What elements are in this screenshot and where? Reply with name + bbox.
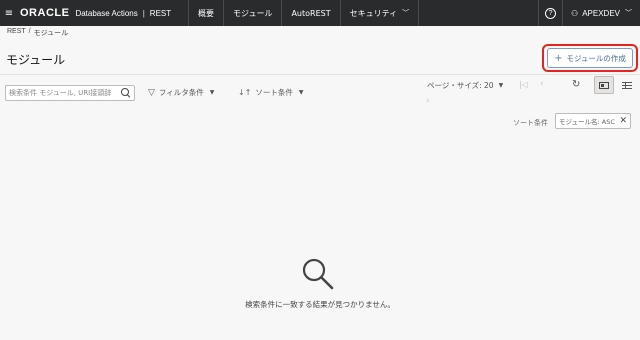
oracle-logo: ORACLE bbox=[20, 7, 70, 19]
page-size-select[interactable]: ページ・サイズ: 20 ▼ bbox=[427, 80, 503, 91]
close-icon[interactable]: ✕ bbox=[619, 116, 627, 126]
nav-autorest[interactable]: AutoREST bbox=[281, 0, 339, 26]
user-icon: ⚇ bbox=[571, 8, 579, 18]
breadcrumb-separator: / bbox=[28, 28, 31, 35]
filter-icon: ▽ bbox=[148, 87, 155, 98]
empty-state-message: 検索条件に一致する結果が見つかりません。 bbox=[245, 300, 395, 309]
sort-criteria-label: ソート条件 bbox=[513, 119, 548, 127]
help-icon: ? bbox=[545, 7, 557, 19]
user-menu[interactable]: ⚇ APEXDEV ﹀ bbox=[562, 0, 640, 26]
chevron-down-icon: ▼ bbox=[298, 89, 304, 96]
search-placeholder: 検索条件 モジュール, URI接頭辞 bbox=[9, 89, 112, 97]
section-name: REST bbox=[149, 8, 172, 18]
divider bbox=[0, 74, 640, 75]
sort-dropdown[interactable]: ↓↑ ソート条件 ▼ bbox=[238, 87, 304, 98]
breadcrumb-modules: モジュール bbox=[33, 30, 69, 37]
hamburger-icon[interactable]: ≡ bbox=[0, 0, 18, 26]
search-icon[interactable] bbox=[121, 88, 131, 98]
plus-icon: + bbox=[554, 52, 563, 64]
chevron-down-icon: ﹀ bbox=[625, 10, 632, 17]
nav-autorest-label: AutoREST bbox=[291, 8, 331, 18]
sort-chip-label: モジュール名: ASC bbox=[559, 118, 615, 126]
filter-dropdown[interactable]: ▽ フィルタ条件 ▼ bbox=[148, 87, 214, 98]
title-separator: | bbox=[142, 8, 145, 18]
breadcrumb: REST / モジュール bbox=[7, 28, 68, 38]
card-view-icon bbox=[599, 81, 609, 89]
nav-security[interactable]: セキュリティ ﹀ bbox=[339, 0, 420, 26]
page-title: モジュール bbox=[6, 53, 66, 67]
nav-overview[interactable]: 概要 bbox=[188, 0, 223, 26]
search-input[interactable]: 検索条件 モジュール, URI接頭辞 bbox=[5, 85, 135, 101]
nav-overview-label: 概要 bbox=[198, 8, 214, 18]
sort-chip: モジュール名: ASC ✕ bbox=[555, 113, 631, 129]
next-page-icon[interactable]: › bbox=[426, 96, 430, 106]
top-navigation-bar: ≡ ORACLE Database Actions | REST 概要 モジュー… bbox=[0, 0, 640, 26]
sort-icon: ↓↑ bbox=[238, 88, 252, 97]
nav-modules-label: モジュール bbox=[233, 8, 273, 18]
search-icon bbox=[302, 258, 334, 290]
create-module-label: モジュールの作成 bbox=[566, 53, 626, 63]
sort-label: ソート条件 bbox=[255, 88, 293, 97]
main-nav: 概要 モジュール AutoREST セキュリティ ﹀ bbox=[188, 0, 420, 26]
refresh-icon[interactable]: ↻ bbox=[572, 79, 580, 90]
previous-page-icon[interactable]: ‹ bbox=[540, 79, 544, 89]
user-name: APEXDEV bbox=[582, 8, 620, 18]
first-page-icon[interactable]: |◁ bbox=[519, 80, 528, 89]
product-name: Database Actions bbox=[75, 8, 138, 18]
chevron-down-icon: ▼ bbox=[498, 82, 504, 89]
create-module-button[interactable]: + モジュールの作成 bbox=[547, 48, 633, 68]
table-view-button[interactable] bbox=[617, 76, 637, 94]
card-view-button[interactable] bbox=[594, 76, 614, 94]
nav-modules[interactable]: モジュール bbox=[223, 0, 281, 26]
chevron-down-icon: ﹀ bbox=[402, 9, 410, 17]
page-size-label: ページ・サイズ: 20 bbox=[427, 81, 494, 90]
help-button[interactable]: ? bbox=[538, 0, 562, 26]
filter-label: フィルタ条件 bbox=[158, 88, 204, 97]
table-view-icon bbox=[622, 81, 632, 89]
chevron-down-icon: ▼ bbox=[209, 89, 215, 96]
breadcrumb-rest[interactable]: REST bbox=[7, 28, 26, 38]
nav-security-label: セキュリティ bbox=[349, 8, 398, 18]
right-tools: ? ⚇ APEXDEV ﹀ bbox=[538, 0, 640, 26]
